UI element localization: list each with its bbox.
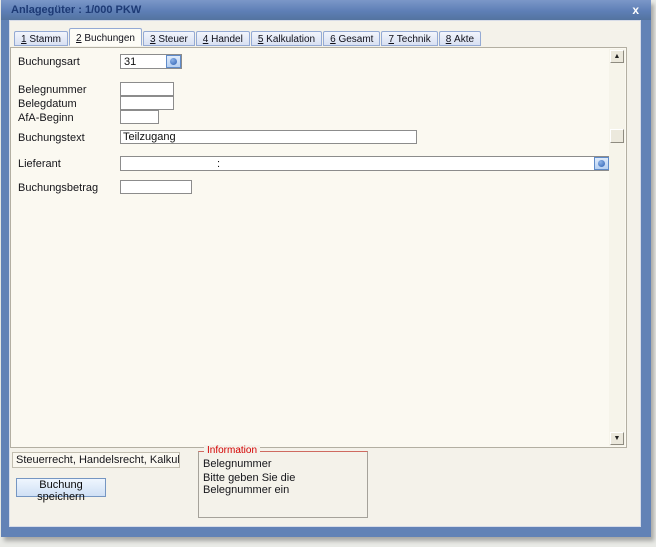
tab-buchungen[interactable]: 2 Buchungen: [69, 28, 142, 46]
desktop-background: Anlagegüter : 1/000 PKW x 1 Stamm 2 Buch…: [0, 0, 656, 547]
tab-technik[interactable]: 7 Technik: [381, 31, 438, 46]
vertical-scrollbar[interactable]: ▲ ▼: [609, 49, 625, 446]
window-body: 1 Stamm 2 Buchungen 3 Steuer 4 Handel 5 …: [9, 20, 641, 527]
lieferant-combobox[interactable]: :: [120, 156, 610, 171]
buchungsbetrag-label: Buchungsbetrag: [18, 182, 99, 194]
belegnummer-input[interactable]: [120, 82, 174, 96]
tab-stamm[interactable]: 1 Stamm: [14, 31, 69, 46]
anlagegueter-window: Anlagegüter : 1/000 PKW x 1 Stamm 2 Buch…: [1, 0, 651, 537]
lieferant-label: Lieferant: [18, 158, 61, 170]
buchung-speichern-button[interactable]: Buchung speichern: [16, 478, 106, 503]
close-icon[interactable]: x: [632, 2, 639, 18]
info-hint-text: Bitte geben Sie die Belegnummer ein: [203, 472, 296, 496]
info-field-name: Belegnummer: [203, 458, 272, 470]
tab-steuer[interactable]: 3 Steuer: [142, 31, 195, 46]
lieferant-value: :: [217, 158, 221, 170]
scroll-up-icon[interactable]: ▲: [610, 50, 624, 63]
buchungsart-combobox[interactable]: 31: [120, 54, 182, 69]
buchungstext-label: Buchungstext: [18, 132, 85, 144]
tab-akte[interactable]: 8 Akte: [438, 31, 482, 46]
window-title: Anlagegüter : 1/000 PKW: [11, 4, 142, 16]
lieferant-dropdown-icon[interactable]: [594, 157, 609, 170]
buchungsart-label: Buchungsart: [18, 56, 80, 68]
scroll-down-icon[interactable]: ▼: [610, 432, 624, 445]
status-text: Steuerrecht, Handelsrecht, Kalkulation: [12, 452, 180, 468]
scrollbar-thumb[interactable]: [610, 129, 624, 143]
buchungstext-input[interactable]: [120, 130, 417, 144]
belegdatum-input[interactable]: [120, 96, 174, 110]
buchungsart-dropdown-icon[interactable]: [166, 55, 181, 68]
tab-gesamt[interactable]: 6 Gesamt: [323, 31, 381, 46]
buchungsart-value: 31: [124, 56, 137, 68]
afa-beginn-input[interactable]: [120, 110, 159, 124]
belegnummer-label: Belegnummer: [18, 84, 87, 96]
buchungen-form-panel: Buchungsart 31 Belegnummer Belegdatum Af…: [10, 47, 627, 448]
afa-beginn-label: AfA-Beginn: [18, 112, 74, 124]
information-title: Information: [204, 445, 261, 456]
information-groupbox: Information Belegnummer Bitte geben Sie …: [198, 445, 368, 518]
tab-handel[interactable]: 4 Handel: [195, 31, 250, 46]
tab-kalkulation[interactable]: 5 Kalkulation: [250, 31, 323, 46]
buchungsbetrag-input[interactable]: [120, 180, 192, 194]
window-titlebar[interactable]: Anlagegüter : 1/000 PKW x: [1, 0, 651, 20]
belegdatum-label: Belegdatum: [18, 98, 77, 110]
tab-strip: 1 Stamm 2 Buchungen 3 Steuer 4 Handel 5 …: [14, 28, 482, 46]
